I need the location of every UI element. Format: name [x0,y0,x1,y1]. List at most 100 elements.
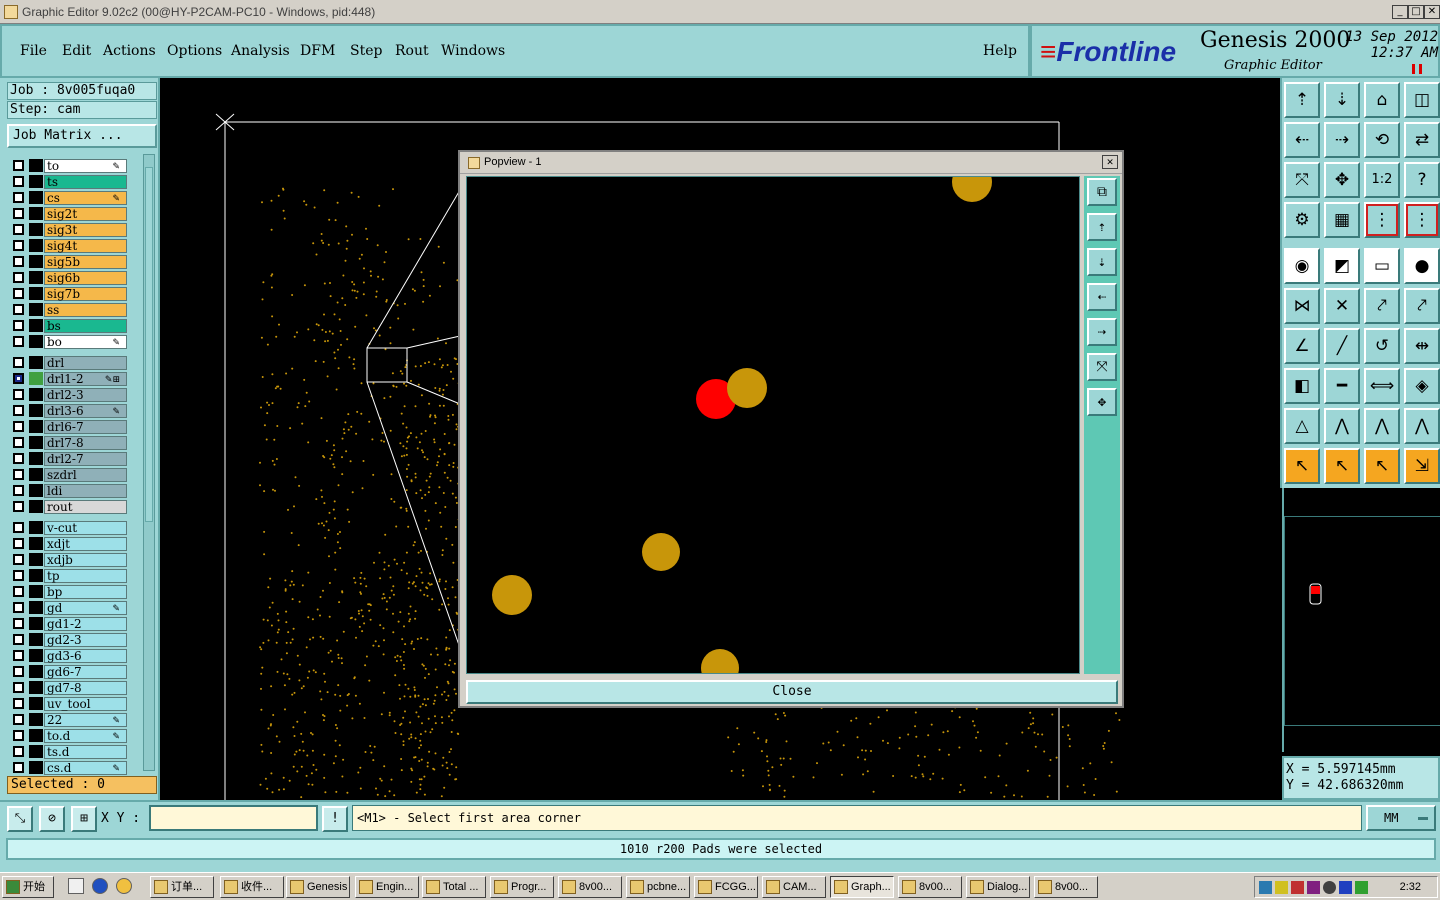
layer-row[interactable]: bp [8,584,140,599]
close-button[interactable]: ✕ [1424,5,1440,19]
layer-name[interactable]: cs ✎ [44,191,127,205]
layer-checkbox[interactable] [13,469,24,480]
layer-checkbox[interactable] [13,538,24,549]
zoom-in-icon[interactable]: ⇡ [1284,82,1320,118]
layer-name[interactable]: sig6b [44,271,127,285]
layer-name[interactable]: ts.d [44,745,127,759]
layer-affected-toggle[interactable] [29,761,43,774]
layer-name[interactable]: drl7-8 [44,436,127,450]
layer-checkbox[interactable] [13,208,24,219]
select-box-icon[interactable]: ↖ [1324,448,1360,484]
layer-row[interactable]: sig2t [8,206,140,221]
layer-row[interactable]: sig7b [8,286,140,301]
taskbar-button[interactable]: pcbne... [626,876,690,898]
layer-name[interactable]: drl2-7 [44,452,127,466]
layer-name[interactable]: 22 ✎ [44,713,127,727]
menu-rout[interactable]: Rout [395,43,429,59]
layer-affected-toggle[interactable] [29,681,43,694]
pan-right-icon[interactable]: ⇢ [1087,318,1117,346]
redraw-icon[interactable]: ⟲ [1364,122,1400,158]
layer-row[interactable]: gd7-8 [8,680,140,695]
query-icon[interactable]: ? [1404,162,1440,198]
menu-help[interactable]: Help [983,43,1017,59]
layer-row[interactable]: ts.d [8,744,140,759]
layer-checkbox[interactable] [13,714,24,725]
layer-row[interactable]: ts [8,174,140,189]
taskbar-button[interactable]: 8v00... [1034,876,1098,898]
layer-checkbox[interactable] [13,730,24,741]
center-icon[interactable]: ✥ [1087,388,1117,416]
pan-left-icon[interactable]: ⇠ [1284,122,1320,158]
menu-step[interactable]: Step [350,43,382,59]
layer-row[interactable]: to ✎ [8,158,140,173]
layer-checkbox[interactable] [13,746,24,757]
select-icon[interactable]: ↖ [1284,448,1320,484]
layer-name[interactable]: v-cut [44,521,127,535]
minimize-button[interactable]: _ [1392,5,1408,19]
peak-icon[interactable]: ⋀ [1324,408,1360,444]
start-button[interactable]: 开始 [2,876,54,898]
desktop-icon[interactable] [68,878,84,894]
layer-checkbox[interactable] [13,256,24,267]
layer-affected-toggle[interactable] [29,484,43,497]
select-polygon-icon[interactable]: ↖ [1364,448,1400,484]
layer-affected-toggle[interactable] [29,239,43,252]
layer-affected-toggle[interactable] [29,553,43,566]
taskbar-button[interactable]: Progr... [490,876,554,898]
layer-name[interactable]: ldi [44,484,127,498]
layer-checkbox[interactable] [13,373,24,384]
line-point-icon[interactable]: ⤤ [1404,288,1440,324]
layer-affected-toggle[interactable] [29,223,43,236]
layer-name[interactable]: gd2-3 [44,633,127,647]
layer-affected-toggle[interactable] [29,585,43,598]
media-icon[interactable] [116,878,132,894]
layer-name[interactable]: gd6-7 [44,665,127,679]
layer-name[interactable]: gd ✎ [44,601,127,615]
layer-checkbox[interactable] [13,634,24,645]
layer-affected-toggle[interactable] [29,452,43,465]
layer-checkbox[interactable] [13,570,24,581]
width-icon[interactable]: ⟺ [1364,368,1400,404]
shapes-icon[interactable]: ◈ [1404,368,1440,404]
taskbar-button[interactable]: 8v00... [898,876,962,898]
menu-dfm[interactable]: DFM [300,43,335,59]
tool-icon[interactable] [1307,881,1320,894]
zoom-window-icon[interactable]: ◫ [1404,82,1440,118]
tools-icon[interactable]: ⚙ [1284,202,1320,238]
layer-checkbox[interactable] [13,336,24,347]
layer-row[interactable]: v-cut [8,520,140,535]
grid-icon[interactable]: ▦ [1324,202,1360,238]
layer-name[interactable]: drl1-2 ✎⊞ [44,372,127,386]
layer-row[interactable]: xdjb [8,552,140,567]
layer-checkbox[interactable] [13,666,24,677]
layer-affected-toggle[interactable] [29,569,43,582]
layer-name[interactable]: tp [44,569,127,583]
taskbar-button[interactable]: Graph... [830,876,894,898]
layer-row[interactable]: drl3-6 ✎ [8,403,140,418]
layer-row[interactable]: sig5b [8,254,140,269]
layer-row[interactable]: drl1-2 ✎⊞ [8,371,140,386]
layer-name[interactable]: drl6-7 [44,420,127,434]
layer-row[interactable]: ss [8,302,140,317]
layer-checkbox[interactable] [13,405,24,416]
layer-name[interactable]: to.d ✎ [44,729,127,743]
popview-close-icon[interactable]: ✕ [1102,155,1118,169]
layer-affected-toggle[interactable] [29,175,43,188]
menu-actions[interactable]: Actions [103,43,156,59]
taskbar-button[interactable]: Total ... [422,876,486,898]
layer-affected-toggle[interactable] [29,420,43,433]
layer-affected-toggle[interactable] [29,287,43,300]
snap-alt-icon[interactable]: ⋮ [1404,202,1440,238]
layer-row[interactable]: bo ✎ [8,334,140,349]
layer-row[interactable]: gd1-2 [8,616,140,631]
layer-checkbox[interactable] [13,602,24,613]
layer-checkbox[interactable] [13,554,24,565]
layer-checkbox[interactable] [13,304,24,315]
layer-affected-toggle[interactable] [29,271,43,284]
menu-edit[interactable]: Edit [62,43,91,59]
layer-name[interactable]: ts [44,175,127,189]
popview-close-button[interactable]: Close [466,680,1118,704]
layer-name[interactable]: bp [44,585,127,599]
measure-tool-button[interactable]: ⤡ [7,806,33,832]
layer-row[interactable]: sig4t [8,238,140,253]
